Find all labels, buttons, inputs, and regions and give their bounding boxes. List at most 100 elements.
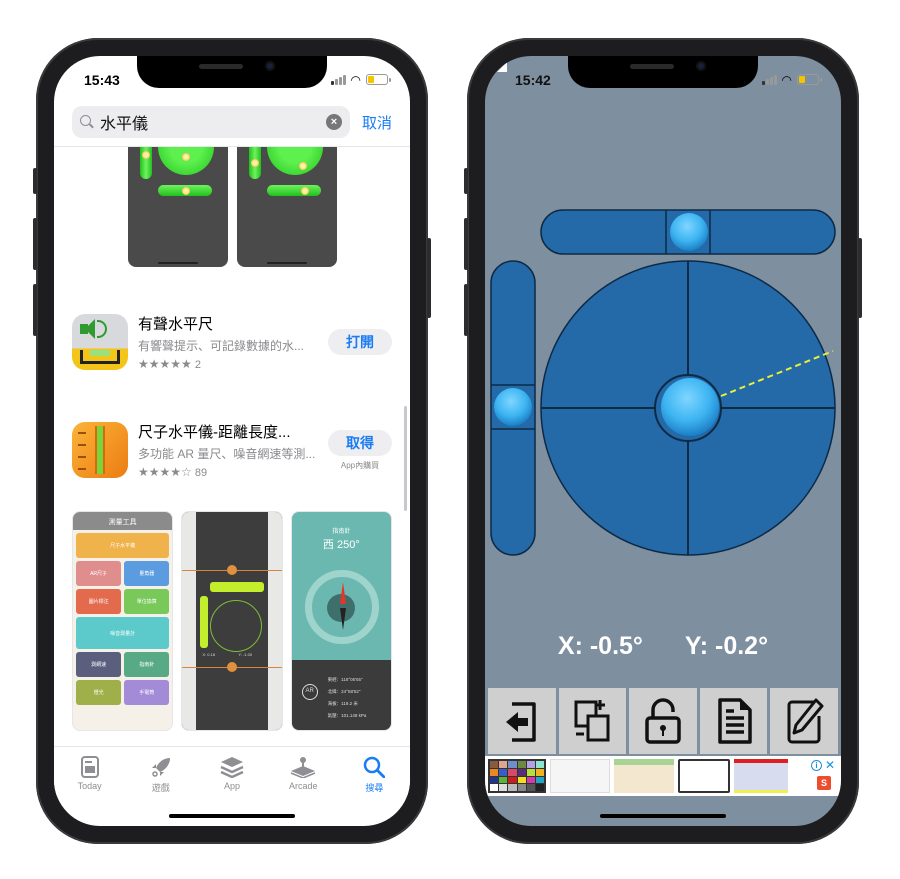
app-icon-sound-level[interactable]	[72, 314, 128, 370]
power-button	[427, 238, 431, 318]
rating-count: 89	[194, 467, 208, 479]
shopee-bag-icon: S	[817, 776, 831, 790]
tab-apps[interactable]: App	[196, 747, 267, 796]
battery-icon	[366, 74, 391, 85]
right-phone-frame: 15:42 ◠ X: -0.5° Y: -0.2° i ✕ S	[464, 38, 862, 844]
ad-thumbnail[interactable]	[678, 759, 730, 793]
app-store-screen: 15:43 ◠ 水平儀 × 取消 有聲水平尺 有響聲提示、可記錄數據的水... …	[54, 56, 410, 826]
rating-stars: ★★★★☆	[138, 465, 192, 479]
exit-icon	[505, 702, 536, 742]
tool-tile: 量角器	[124, 561, 170, 586]
document-icon	[717, 698, 752, 744]
notch	[137, 56, 327, 88]
tool-tile: AR尺子	[76, 561, 122, 586]
app-icon-ruler-level[interactable]	[72, 422, 128, 478]
ad-thumbnail[interactable]	[614, 759, 674, 793]
search-row: 水平儀 × 取消	[72, 106, 392, 138]
screenshot-level-ruler[interactable]: X: 0.18 Y: -1.00	[181, 511, 283, 731]
tab-label: App	[224, 781, 241, 791]
app-subtitle: 多功能 AR 量尺、噪音網速等測...	[138, 447, 316, 461]
level-app-screen: 15:42 ◠ X: -0.5° Y: -0.2° i ✕ S	[485, 56, 841, 826]
document-button[interactable]	[699, 688, 768, 754]
tab-search[interactable]: 搜尋	[339, 747, 410, 796]
app-name[interactable]: 有聲水平尺	[138, 313, 328, 334]
volume-down-button	[33, 284, 37, 336]
ad-thumbnail[interactable]	[488, 759, 546, 793]
ad-close-icon[interactable]: ✕	[825, 759, 835, 771]
search-result-row[interactable]: 尺子水平儀-距離長度... 多功能 AR 量尺、噪音網速等測... ★★★★☆ …	[72, 420, 392, 480]
app-rating: ★★★★☆ 89	[138, 465, 328, 479]
tab-bar: Today 遊戲 App Arcade 搜尋	[54, 746, 410, 796]
tab-label: Arcade	[288, 781, 318, 791]
ad-thumbnail[interactable]	[734, 759, 788, 793]
result-screenshot[interactable]	[128, 147, 228, 267]
tab-label: 遊戲	[151, 783, 170, 793]
silent-switch	[464, 168, 468, 194]
unlock-icon	[645, 698, 681, 744]
ad-thumbnail[interactable]	[550, 759, 610, 793]
home-indicator[interactable]	[169, 814, 295, 818]
scrollbar[interactable]	[404, 406, 407, 511]
bubble-level	[490, 209, 836, 556]
compass-title: 指南針	[332, 529, 351, 535]
rocket-icon	[150, 755, 172, 779]
search-result-row[interactable]: 有聲水平尺 有響聲提示、可記錄數據的水... ★★★★★ 2 打開	[72, 312, 392, 372]
tab-label: Today	[77, 781, 102, 791]
tab-games[interactable]: 遊戲	[125, 747, 196, 796]
tools-title: 測量工具	[73, 512, 173, 530]
exit-button[interactable]	[488, 688, 556, 754]
ad-banner[interactable]: i ✕ S	[485, 756, 841, 796]
x-angle: X: -0.5°	[557, 632, 643, 660]
app-name[interactable]: 尺子水平儀-距離長度...	[138, 421, 328, 442]
volume-up-button	[33, 218, 37, 270]
home-indicator[interactable]	[600, 814, 726, 818]
ad-info-icon[interactable]: i	[810, 760, 822, 771]
cellular-signal-icon	[761, 74, 777, 85]
tilt-readout: X: -0.5° Y: -0.2°	[485, 632, 841, 661]
screenshot-gallery: 測量工具 尺子水平儀 AR尺子 量角器 圖片標注 單位換算 噪音測量計 測網速 …	[72, 511, 392, 731]
cellular-signal-icon	[330, 74, 346, 85]
tool-tile: 噪音測量計	[76, 617, 170, 649]
tool-tile: 圖片標注	[76, 589, 122, 614]
wifi-icon: ◠	[781, 72, 792, 87]
app-subtitle: 有響聲提示、可記錄數據的水...	[138, 339, 305, 353]
volume-up-button	[464, 218, 468, 270]
cancel-button[interactable]: 取消	[362, 112, 392, 133]
rating-count: 2	[194, 359, 201, 371]
compass-info-line: 氣壓：101.148 kPa	[327, 713, 367, 718]
volume-down-button	[464, 284, 468, 336]
y-angle: Y: -0.2°	[684, 632, 769, 660]
search-query[interactable]: 水平儀	[100, 110, 326, 134]
center-bubble	[661, 378, 719, 436]
screenshot-tools-menu[interactable]: 測量工具 尺子水平儀 AR尺子 量角器 圖片標注 單位換算 噪音測量計 測網速 …	[72, 511, 174, 731]
open-button[interactable]: 打開	[328, 329, 392, 355]
in-app-purchase-label: App內購買	[340, 460, 380, 470]
search-icon	[80, 115, 94, 129]
clear-search-button[interactable]: ×	[325, 114, 342, 130]
horizontal-bubble	[670, 213, 708, 251]
battery-icon	[797, 74, 822, 85]
search-icon	[363, 755, 386, 779]
copy-add-button[interactable]	[558, 688, 627, 754]
edit-button[interactable]	[770, 688, 838, 754]
tool-tile: 測網速	[76, 652, 122, 677]
wifi-icon: ◠	[350, 72, 361, 87]
status-time: 15:42	[515, 72, 551, 88]
lock-button[interactable]	[629, 688, 697, 754]
result-screenshot[interactable]	[237, 147, 337, 267]
tool-tile: 尺子水平儀	[76, 533, 170, 558]
divider	[54, 146, 410, 147]
get-button[interactable]: 取得	[328, 429, 392, 456]
status-time: 15:43	[84, 72, 120, 88]
today-icon	[80, 755, 99, 779]
screenshot-compass[interactable]: 指南針 西 250° AR 東經：118°05'55" 北緯：24°58'52"…	[290, 511, 392, 731]
tab-today[interactable]: Today	[54, 747, 125, 796]
level-toolbar	[488, 688, 838, 754]
tab-arcade[interactable]: Arcade	[268, 747, 339, 796]
layers-icon	[220, 755, 244, 779]
app-rating: ★★★★★ 2	[138, 357, 328, 371]
level-x-value: X: 0.18	[202, 652, 216, 657]
search-field[interactable]: 水平儀 ×	[72, 106, 350, 138]
rating-stars: ★★★★★	[138, 357, 192, 371]
tool-tile: 單位換算	[124, 589, 170, 614]
